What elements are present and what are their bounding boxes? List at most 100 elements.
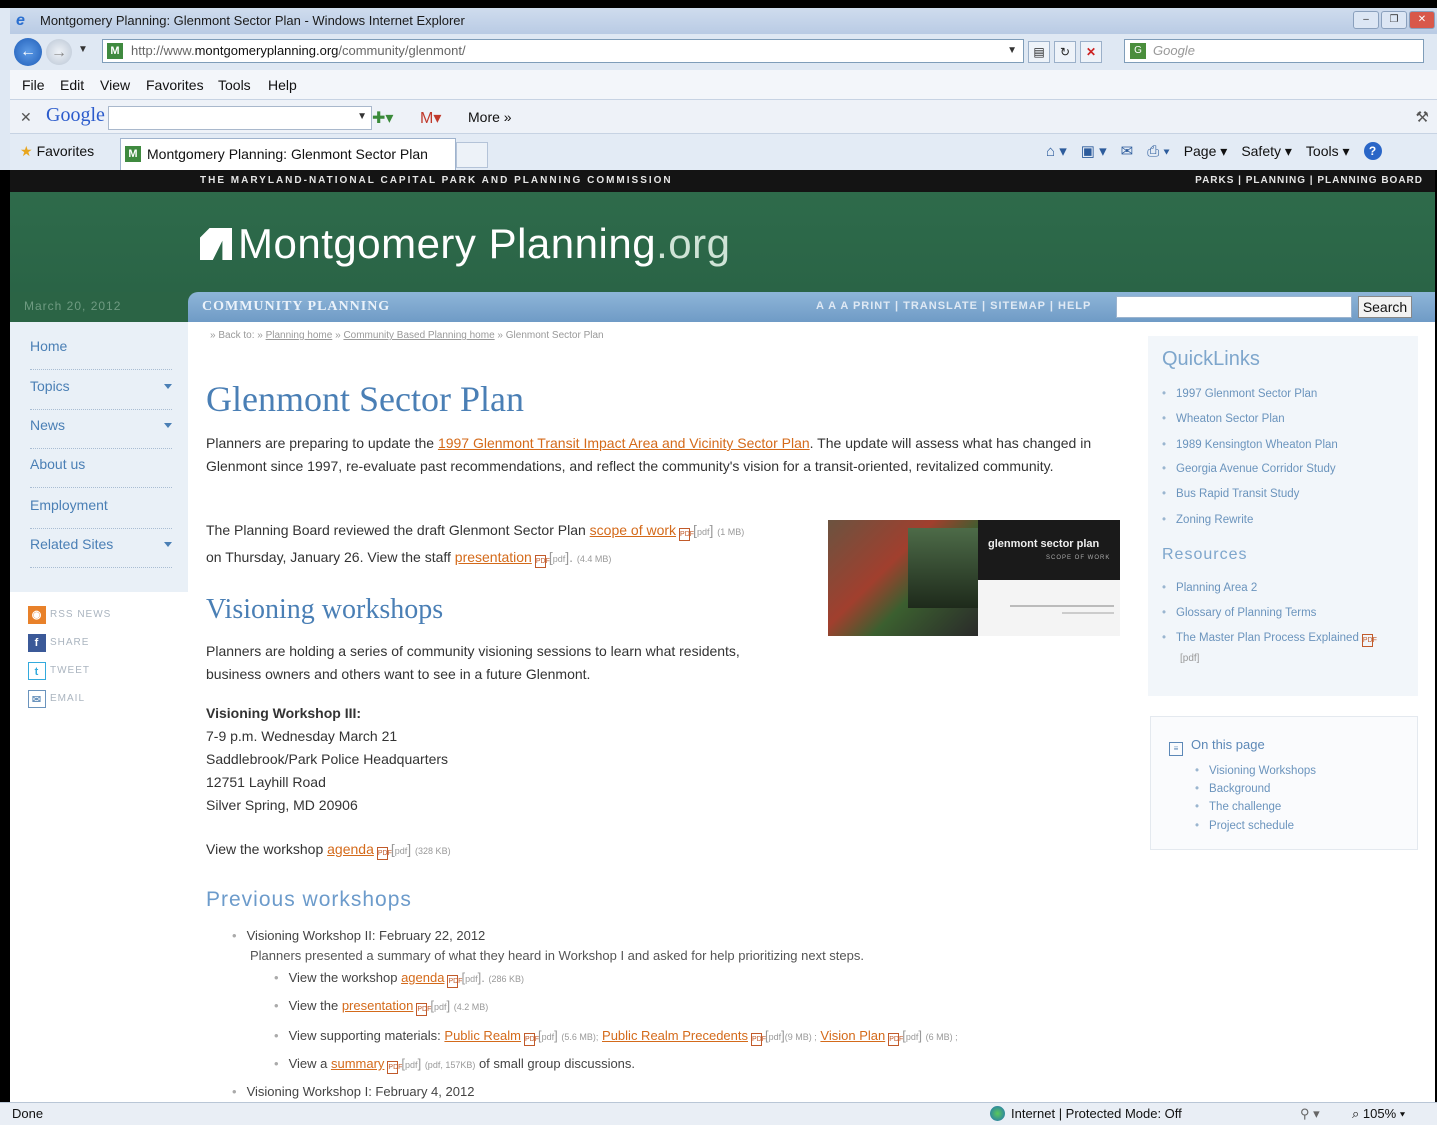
zoom-level[interactable]: ⌕ 105% ▾: [1352, 1103, 1405, 1125]
safety-menu[interactable]: Safety ▾: [1241, 143, 1292, 160]
chevron-down-icon: [164, 423, 172, 428]
nav-item-topics[interactable]: Topics: [30, 372, 172, 410]
chevron-down-icon[interactable]: ▼: [357, 111, 367, 122]
resource-item[interactable]: • Planning Area 2: [1162, 582, 1257, 594]
quicklink-item[interactable]: • Zoning Rewrite: [1162, 514, 1253, 526]
public-realm-link[interactable]: Public Realm: [444, 1028, 521, 1043]
resources-heading: Resources: [1162, 546, 1248, 563]
vision-plan-link[interactable]: Vision Plan: [820, 1028, 885, 1043]
tools-menu[interactable]: Tools ▾: [1306, 143, 1350, 160]
breadcrumb-cbp-home[interactable]: Community Based Planning home: [343, 330, 494, 341]
workshop-3-details: Visioning Workshop III: 7-9 p.m. Wednesd…: [206, 702, 448, 817]
menu-edit[interactable]: Edit: [60, 77, 84, 93]
menu-view[interactable]: View: [100, 77, 130, 93]
site-search-input[interactable]: [1116, 296, 1352, 318]
menu-help[interactable]: Help: [268, 77, 297, 93]
home-icon[interactable]: ⌂ ▾: [1046, 142, 1067, 160]
google-toolbar-search[interactable]: ▼: [108, 106, 372, 130]
scope-of-work-link[interactable]: scope of work: [590, 522, 676, 538]
google-toolbar: ✕ Google ▼ ✚▾ M▾ More » ⚒: [10, 100, 1437, 134]
address-bar[interactable]: M http://www.montgomeryplanning.org/comm…: [102, 39, 1024, 63]
nav-item-about[interactable]: About us: [30, 450, 172, 488]
bookmark-icon[interactable]: ✚▾: [372, 108, 393, 128]
pdf-icon: PDF: [416, 1003, 431, 1016]
agenda-link[interactable]: agenda: [327, 841, 374, 857]
minimize-icon[interactable]: –: [1353, 11, 1379, 29]
public-realm-precedents-link[interactable]: Public Realm Precedents: [602, 1028, 748, 1043]
section-title: COMMUNITY PLANNING: [202, 299, 391, 314]
forward-button[interactable]: →: [46, 39, 72, 65]
window-title: Montgomery Planning: Glenmont Sector Pla…: [40, 13, 465, 28]
menu-file[interactable]: File: [22, 77, 45, 93]
gmail-icon[interactable]: M▾: [420, 108, 441, 128]
rss-link[interactable]: ◉ RSS NEWS: [28, 606, 111, 634]
quicklink-item[interactable]: • 1989 Kensington Wheaton Plan: [1162, 439, 1338, 451]
close-icon[interactable]: ✕: [1409, 11, 1435, 29]
ws2-presentation-link[interactable]: presentation: [342, 998, 414, 1013]
favorites-button[interactable]: ★ Favorites: [20, 143, 94, 160]
tab-active[interactable]: M Montgomery Planning: Glenmont Sector P…: [120, 138, 456, 170]
site-logo[interactable]: Montgomery Planning.org: [200, 220, 730, 268]
nav-item-employment[interactable]: Employment: [30, 491, 172, 529]
command-bar: ⌂ ▾ ▣ ▾ ✉ ⎙ ▾ Page ▾ Safety ▾ Tools ▾ ?: [1046, 142, 1382, 160]
breadcrumb-planning-home[interactable]: Planning home: [266, 330, 333, 341]
protected-mode-icon[interactable]: ⚲ ▾: [1300, 1103, 1320, 1125]
quicklink-item[interactable]: • Wheaton Sector Plan: [1162, 413, 1285, 425]
quicklinks-box: QuickLinks • 1997 Glenmont Sector Plan • W…: [1148, 336, 1418, 696]
new-tab-button[interactable]: [456, 142, 488, 168]
on-this-page-item[interactable]: • Background: [1195, 783, 1270, 795]
close-toolbar-icon[interactable]: ✕: [20, 109, 32, 126]
intro-paragraph: Planners are preparing to update the 199…: [206, 435, 1092, 474]
quicklink-item[interactable]: • Bus Rapid Transit Study: [1162, 488, 1299, 500]
history-dropdown-icon[interactable]: ▼: [78, 44, 88, 55]
thumbnail-rule: [1062, 612, 1114, 614]
mail-icon[interactable]: ✉: [1121, 142, 1134, 160]
page-tools[interactable]: A A A PRINT | TRANSLATE | SITEMAP | HELP: [816, 300, 1091, 312]
menu-favorites[interactable]: Favorites: [146, 77, 204, 93]
pdf-icon: PDF: [679, 528, 694, 541]
twitter-icon: t: [28, 662, 46, 680]
security-zone[interactable]: Internet | Protected Mode: Off: [990, 1103, 1182, 1125]
site-search-button[interactable]: Search: [1358, 296, 1412, 318]
pdf-icon: PDF: [534, 555, 550, 568]
tweet-link[interactable]: t TWEET: [28, 662, 111, 690]
nav-item-news[interactable]: News: [30, 411, 172, 449]
email-share-link[interactable]: ✉ EMAIL: [28, 690, 111, 718]
more-button[interactable]: More »: [468, 109, 512, 125]
summary-link[interactable]: summary: [331, 1056, 384, 1071]
stop-icon[interactable]: ✕: [1080, 41, 1102, 63]
restore-icon[interactable]: ❐: [1381, 11, 1407, 29]
wrench-icon[interactable]: ⚒: [1416, 108, 1429, 126]
workshop-3-place: Saddlebrook/Park Police Headquarters: [206, 751, 449, 767]
help-icon[interactable]: ?: [1363, 142, 1382, 160]
on-this-page-item[interactable]: • Project schedule: [1195, 820, 1294, 832]
resource-item[interactable]: • The Master Plan Process Explained PDF: [1162, 632, 1377, 647]
compatibility-view-icon[interactable]: ▤: [1028, 41, 1050, 63]
facebook-icon: f: [28, 634, 46, 652]
ws2-agenda-link[interactable]: agenda: [401, 970, 444, 985]
on-this-page-item[interactable]: • Visioning Workshops: [1195, 765, 1316, 777]
nav-item-related-sites[interactable]: Related Sites: [30, 530, 172, 568]
page-menu[interactable]: Page ▾: [1184, 143, 1228, 160]
agenda-line: View the workshop agenda PDF[pdf] (328 KB…: [206, 838, 451, 863]
nav-item-home[interactable]: Home: [30, 332, 172, 370]
feeds-icon[interactable]: ▣ ▾: [1081, 142, 1107, 160]
quicklink-item[interactable]: • Georgia Avenue Corridor Study: [1162, 463, 1336, 475]
resource-item[interactable]: • Glossary of Planning Terms: [1162, 607, 1316, 619]
facebook-share-link[interactable]: f SHARE: [28, 634, 111, 662]
on-this-page-item[interactable]: • The challenge: [1195, 801, 1281, 813]
page-title: Glenmont Sector Plan: [206, 379, 524, 419]
print-icon[interactable]: ⎙ ▾: [1147, 143, 1169, 160]
quicklink-item[interactable]: • 1997 Glenmont Sector Plan: [1162, 388, 1317, 400]
1997-sector-plan-link[interactable]: 1997 Glenmont Transit Impact Area and Vi…: [438, 435, 810, 451]
back-button[interactable]: ←: [14, 38, 42, 66]
browser-search-field[interactable]: G Google ⌕: [1124, 39, 1424, 63]
org-links[interactable]: PARKS | PLANNING | PLANNING BOARD: [1195, 170, 1423, 192]
menu-tools[interactable]: Tools: [218, 77, 251, 93]
scope-of-work-thumbnail[interactable]: glenmont sector plan SCOPE OF WORK: [828, 520, 1120, 636]
google-logo: Google: [46, 104, 105, 126]
refresh-icon[interactable]: ↻: [1054, 41, 1076, 63]
pdf-icon: PDF: [376, 847, 392, 860]
address-dropdown-icon[interactable]: ▼: [1007, 40, 1017, 62]
presentation-link[interactable]: presentation: [455, 549, 532, 565]
